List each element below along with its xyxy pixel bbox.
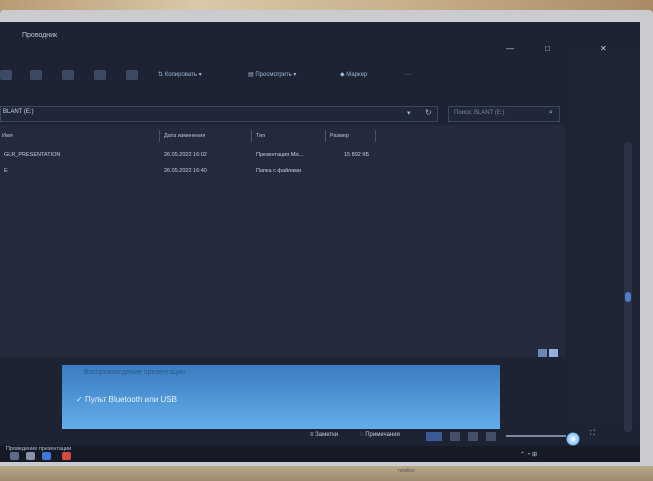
column-header-type[interactable]: Тип	[254, 130, 326, 142]
search-input[interactable]: Поиск: BLANT (E:) ⌕	[448, 106, 560, 122]
minimize-button[interactable]: —	[506, 44, 514, 53]
search-placeholder: Поиск: BLANT (E:)	[454, 110, 505, 116]
edge-icon[interactable]	[42, 452, 51, 460]
marker-label: Маркер	[346, 72, 368, 78]
new-icon[interactable]	[0, 70, 12, 80]
powerpoint-icon[interactable]	[62, 452, 71, 460]
overlay-option[interactable]: ✓ Пульт Bluetooth или USB	[76, 395, 177, 404]
slide-sorter-icon[interactable]	[450, 432, 460, 441]
comments-button[interactable]: ◌ Примечания	[360, 432, 400, 438]
command-toolbar: ⇅ Копировать ▾ ▤ Просмотреть ▾ ◆ Маркер …	[0, 62, 570, 90]
overlay-option-label: Пульт Bluetooth или USB	[84, 395, 177, 404]
scrollbar[interactable]	[624, 142, 632, 432]
start-icon[interactable]	[10, 452, 19, 460]
tray-icons[interactable]: ⌃ ◔ ⊞	[520, 451, 537, 458]
tiles-view-icon[interactable]	[549, 349, 558, 357]
file-list: Имя Дата изменения Тип Размер GLR_PRESEN…	[0, 125, 565, 357]
marker-button[interactable]: ◆ Маркер	[340, 68, 367, 82]
file-type: Презентация Mic...	[256, 152, 304, 158]
overlay-title: Воспроизведение презентации	[84, 369, 185, 376]
view-button[interactable]: ▤ Просмотреть ▾	[248, 68, 296, 82]
file-date: 26.05.2022 16:02	[164, 152, 207, 158]
presentation-overlay: Воспроизведение презентации ✓ Пульт Blue…	[62, 365, 500, 429]
paste-icon[interactable]	[94, 70, 106, 80]
fit-icon[interactable]: ⛶	[590, 430, 595, 438]
search-icon[interactable]: ⌕	[549, 109, 553, 117]
column-header-date[interactable]: Дата изменения	[162, 130, 252, 142]
address-path: BLANT (E:)	[3, 109, 34, 115]
cut-icon[interactable]	[62, 70, 74, 80]
notes-button[interactable]: ≡ Заметки	[310, 432, 338, 438]
file-name: Е	[4, 168, 8, 174]
bezel-brand-logo: newline	[398, 468, 415, 474]
notes-label: Заметки	[315, 432, 339, 438]
copy-icon: ⇅	[158, 72, 165, 78]
file-type: Папка с файлами	[256, 168, 302, 174]
share-icon[interactable]	[126, 70, 138, 80]
comments-label: Примечания	[365, 432, 400, 438]
check-icon: ✓	[76, 395, 85, 404]
file-size: 15 892 КБ	[344, 152, 370, 158]
overflow-button[interactable]: ···	[405, 68, 411, 82]
search-taskbar-icon[interactable]	[26, 452, 35, 460]
copy-button[interactable]: ⇅ Копировать ▾	[158, 68, 202, 82]
refresh-icon[interactable]: ↻	[425, 108, 432, 117]
normal-view-icon[interactable]	[426, 432, 442, 441]
zoom-slider[interactable]	[506, 435, 566, 437]
file-name: GLR_PRESENTATION	[4, 152, 61, 158]
folder-icon[interactable]	[30, 70, 42, 80]
column-header-name[interactable]: Имя	[0, 130, 160, 142]
view-label: Просмотреть	[255, 72, 292, 78]
column-header-size[interactable]: Размер	[328, 130, 376, 142]
taskbar: Проведение презентации ⌃ ◔ ⊞	[0, 446, 640, 462]
screen: Проводник — □ ✕ ⇅ Копировать ▾ ▤ Просмот…	[0, 22, 640, 462]
light-reflection	[566, 432, 580, 446]
chevron-down-icon[interactable]: ▾	[407, 109, 411, 117]
desk-surface	[0, 466, 653, 481]
reading-view-icon[interactable]	[468, 432, 478, 441]
scrollbar-thumb[interactable]	[625, 292, 631, 302]
slideshow-icon[interactable]	[486, 432, 496, 441]
title-bar: Проводник	[0, 30, 640, 48]
details-view-icon[interactable]	[538, 349, 547, 357]
file-date: 26.05.2022 16:40	[164, 168, 207, 174]
presenter-bar: ≡ Заметки ◌ Примечания ⛶	[300, 428, 630, 446]
address-bar[interactable]: BLANT (E:) ▾ ↻	[0, 106, 438, 122]
copy-label: Копировать	[164, 72, 198, 78]
maximize-button[interactable]: □	[545, 44, 550, 53]
app-title: Проводник	[22, 32, 58, 39]
